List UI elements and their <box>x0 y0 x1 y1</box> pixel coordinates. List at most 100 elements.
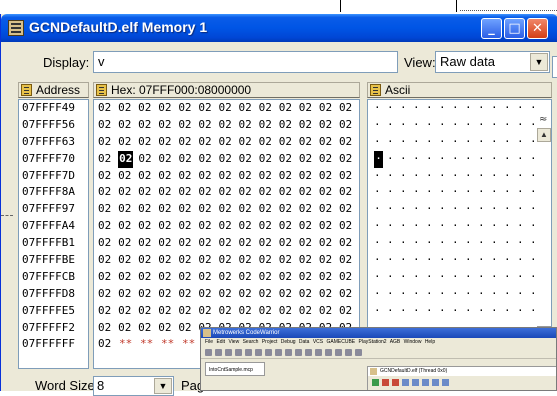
ascii-char[interactable]: · <box>400 286 413 303</box>
ascii-char[interactable]: · <box>478 134 491 151</box>
ascii-char[interactable]: · <box>517 201 530 218</box>
hex-byte[interactable]: 02 <box>118 269 138 286</box>
hex-byte[interactable]: 02 <box>98 218 118 235</box>
hex-byte[interactable]: 02 <box>299 134 319 151</box>
hex-byte[interactable]: 02 <box>339 151 359 168</box>
ascii-char[interactable]: · <box>387 286 400 303</box>
ascii-char[interactable]: · <box>374 134 387 151</box>
minimize-button[interactable]: _ <box>481 18 502 39</box>
ascii-row[interactable]: · · · · · · · · · · · · · <box>368 117 551 134</box>
hex-row[interactable]: 02020202020202020202020202 <box>94 134 359 151</box>
ascii-char[interactable]: · <box>452 201 465 218</box>
toolbar-icon[interactable] <box>295 349 302 356</box>
ascii-char[interactable]: · <box>413 134 426 151</box>
ascii-char[interactable]: · <box>400 269 413 286</box>
hex-byte[interactable]: 02 <box>138 303 158 320</box>
toolbar-icon[interactable] <box>235 349 242 356</box>
step-over-icon[interactable] <box>402 379 409 386</box>
hex-byte[interactable]: 02 <box>218 134 238 151</box>
hex-byte[interactable]: 02 <box>299 235 319 252</box>
hex-byte[interactable]: 02 <box>218 252 238 269</box>
hex-byte[interactable]: 02 <box>279 303 299 320</box>
ascii-char[interactable]: · <box>387 252 400 269</box>
ascii-char[interactable]: · <box>452 134 465 151</box>
hex-byte[interactable]: 02 <box>218 218 238 235</box>
ascii-char[interactable]: · <box>452 235 465 252</box>
ascii-char[interactable]: · <box>491 218 504 235</box>
ascii-char[interactable]: · <box>517 100 530 117</box>
hex-byte[interactable]: 02 <box>118 184 138 201</box>
ascii-char[interactable]: · <box>387 218 400 235</box>
ascii-char[interactable]: · <box>465 286 478 303</box>
column-header-hex[interactable]: Hex: 07FFF000:08000000 <box>93 82 360 98</box>
toolbar-icon[interactable] <box>305 349 312 356</box>
hex-byte[interactable]: 02 <box>198 252 218 269</box>
hex-byte[interactable]: 02 <box>98 320 118 337</box>
hex-byte[interactable]: 02 <box>198 168 218 185</box>
hex-byte[interactable]: 02 <box>218 303 238 320</box>
title-bar[interactable]: GCNDefaultD.elf Memory 1 _ □ ✕ <box>1 14 557 42</box>
hex-row[interactable]: 02020202020202020202020202 <box>94 168 359 185</box>
hex-byte[interactable]: 02 <box>299 218 319 235</box>
ascii-char[interactable]: · <box>478 303 491 320</box>
ascii-char[interactable]: · <box>517 286 530 303</box>
ascii-char[interactable]: · <box>491 184 504 201</box>
hex-byte[interactable]: 02 <box>118 134 138 151</box>
hex-byte[interactable]: ** <box>140 336 161 353</box>
ascii-row[interactable]: · · · · · · · · · · · · · <box>368 269 551 286</box>
hex-byte[interactable]: 02 <box>218 235 238 252</box>
hex-byte[interactable]: 02 <box>279 252 299 269</box>
ascii-char[interactable]: · <box>478 117 491 134</box>
ascii-char[interactable]: · <box>374 117 387 134</box>
ascii-char[interactable]: · <box>374 201 387 218</box>
hex-byte[interactable]: 02 <box>138 184 158 201</box>
hex-byte[interactable]: 02 <box>199 151 219 168</box>
ascii-char[interactable]: · <box>387 117 400 134</box>
ascii-char[interactable]: · <box>439 303 452 320</box>
toolbar-icon[interactable] <box>432 379 439 386</box>
hex-row[interactable]: 02020202020202020202020202 <box>94 269 359 286</box>
hex-byte[interactable]: 02 <box>198 100 218 117</box>
ascii-char[interactable]: · <box>426 201 439 218</box>
toolbar-icon[interactable] <box>325 349 332 356</box>
column-header-ascii[interactable]: Ascii <box>367 82 552 98</box>
ascii-char[interactable]: · <box>452 100 465 117</box>
hex-byte[interactable]: 02 <box>239 235 259 252</box>
hex-byte[interactable]: 02 <box>198 134 218 151</box>
hex-byte[interactable]: 02 <box>138 269 158 286</box>
hex-byte[interactable]: 02 <box>98 151 118 168</box>
hex-byte[interactable]: 02 <box>239 303 259 320</box>
hex-byte[interactable]: 02 <box>259 184 279 201</box>
hex-byte[interactable]: 02 <box>339 201 359 218</box>
toolbar-icon[interactable] <box>215 349 222 356</box>
hex-byte[interactable]: 02 <box>198 201 218 218</box>
hex-byte[interactable]: 02 <box>178 320 198 337</box>
ascii-char[interactable]: · <box>426 168 439 185</box>
hex-row[interactable]: 02020202020202020202020202 <box>94 150 359 168</box>
ascii-char[interactable]: · <box>491 269 504 286</box>
ascii-char[interactable]: · <box>504 134 517 151</box>
ascii-char[interactable]: · <box>387 184 400 201</box>
address-row[interactable]: 07FFFF8A <box>19 184 88 201</box>
toolbar-icon[interactable] <box>275 349 282 356</box>
step-into-icon[interactable] <box>412 379 419 386</box>
hex-byte[interactable]: 02 <box>158 252 178 269</box>
hex-byte[interactable]: 02 <box>279 117 299 134</box>
ascii-char[interactable]: · <box>517 235 530 252</box>
hex-byte[interactable]: 02 <box>339 134 359 151</box>
ascii-char[interactable]: · <box>504 117 517 134</box>
ascii-row[interactable]: · · · · · · · · · · · · · <box>368 235 551 252</box>
address-row[interactable]: 07FFFFF2 <box>19 320 88 337</box>
ascii-char[interactable]: · <box>374 286 387 303</box>
toolbar-icon[interactable] <box>245 349 252 356</box>
kill-icon[interactable] <box>392 379 399 386</box>
hex-byte[interactable]: 02 <box>138 134 158 151</box>
ascii-char[interactable]: · <box>504 184 517 201</box>
hex-byte[interactable]: 02 <box>279 286 299 303</box>
hex-byte[interactable]: 02 <box>118 252 138 269</box>
codewarrior-title-bar[interactable]: Metrowerks CodeWarrior <box>201 328 556 338</box>
hex-row[interactable]: 02020202020202020202020202 <box>94 218 359 235</box>
hex-byte[interactable]: 02 <box>218 184 238 201</box>
hex-byte[interactable]: 02 <box>239 286 259 303</box>
ascii-char[interactable]: · <box>478 168 491 185</box>
